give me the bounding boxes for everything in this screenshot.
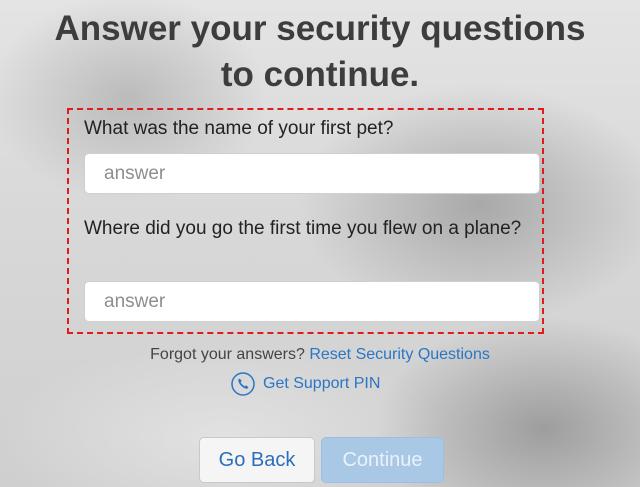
page-title-line-2: to continue. bbox=[220, 55, 420, 94]
question-1-label: What was the name of your first pet? bbox=[84, 118, 394, 139]
continue-button[interactable]: Continue bbox=[321, 437, 444, 483]
page-title: Answer your security questions to contin… bbox=[0, 6, 640, 98]
forgot-answers-line: Forgot your answers? Reset Security Ques… bbox=[0, 345, 640, 365]
go-back-button[interactable]: Go Back bbox=[199, 437, 315, 483]
question-2-answer-input[interactable] bbox=[84, 281, 540, 322]
page-title-line-1: Answer your security questions bbox=[54, 9, 586, 48]
security-questions-page: Answer your security questions to contin… bbox=[0, 0, 640, 487]
reset-security-questions-link[interactable]: Reset Security Questions bbox=[309, 346, 490, 363]
phone-icon bbox=[231, 372, 255, 396]
question-2-label: Where did you go the first time you flew… bbox=[84, 218, 522, 239]
question-1-answer-input[interactable] bbox=[84, 153, 540, 194]
get-support-pin-label: Get Support PIN bbox=[263, 375, 381, 392]
forgot-answers-text: Forgot your answers? bbox=[150, 346, 305, 363]
get-support-pin-link[interactable]: Get Support PIN bbox=[231, 371, 380, 397]
